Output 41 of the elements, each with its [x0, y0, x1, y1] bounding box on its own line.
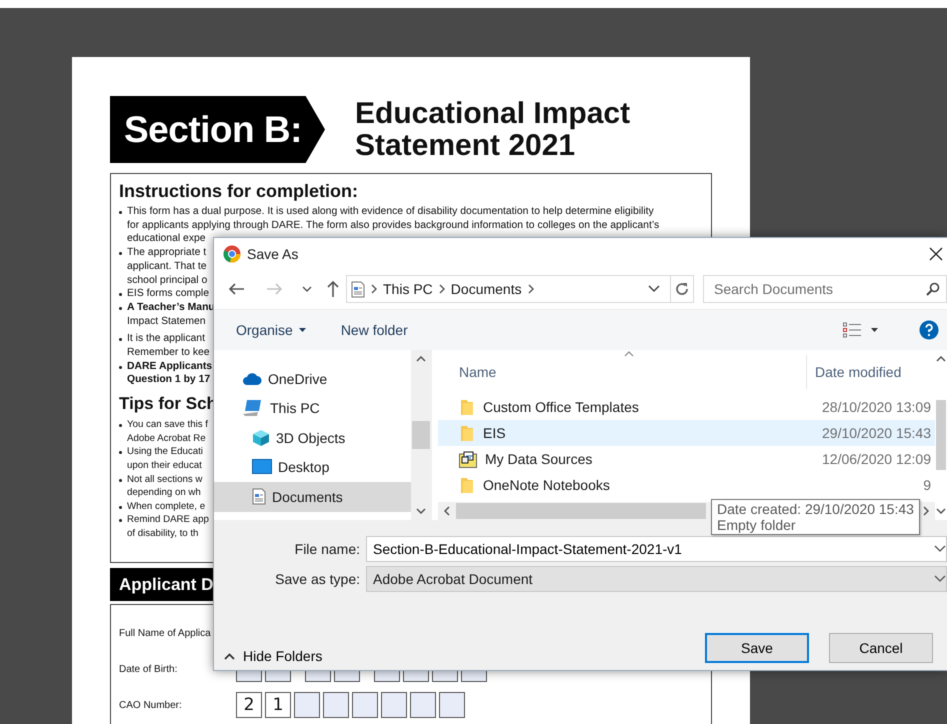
- instruction-text: Using the Educati: [127, 445, 203, 459]
- instruction-text: school principal o: [127, 274, 208, 288]
- section-banner: Section B:: [110, 96, 325, 163]
- instruction-text: Impact Statemen: [127, 314, 206, 328]
- dialog-title: Save As: [247, 246, 300, 262]
- tooltip-text: Empty folder: [717, 517, 797, 533]
- file-date: 28/10/2020 13:09: [821, 399, 932, 415]
- file-name: EIS: [483, 425, 507, 441]
- field-label: CAO Number:: [119, 700, 183, 710]
- file-date: 9: [922, 477, 932, 493]
- instruction-text: depending on wh: [127, 486, 201, 500]
- instruction-text: When complete, e: [127, 500, 206, 514]
- file-name: Custom Office Templates: [483, 399, 640, 415]
- file-date: 29/10/2020 15:43: [821, 425, 932, 441]
- instruction-text: Remind DARE app: [127, 513, 209, 527]
- instruction-text: This form has a dual purpose. It is used along with evidence of disability documentation to help determine eligibility: [127, 205, 654, 219]
- instruction-text: The appropriate t: [127, 246, 206, 260]
- field-label: Save as type:: [274, 571, 361, 587]
- field-label: Full Name of Applica: [119, 628, 212, 638]
- document-title: Educational Impact: [355, 98, 630, 130]
- instruction-text: EIS forms comple: [127, 287, 209, 301]
- file-name: OneNote Notebooks: [483, 477, 611, 493]
- instruction-text: Adobe Acrobat Re: [127, 432, 206, 446]
- instruction-text: for applicants applying through DARE. The form also provides background information to colleges on the applicant’s: [127, 218, 660, 232]
- document-title: Statement 2021: [355, 130, 576, 162]
- tooltip-text: Date created: 29/10/2020 15:43: [717, 501, 914, 517]
- file-name: My Data Sources: [485, 451, 594, 467]
- instruction-text: applicant. That te: [127, 260, 207, 274]
- section-heading: Instructions for completion:: [119, 180, 358, 202]
- field-label: Date of Birth:: [119, 664, 178, 674]
- instruction-text: You can save this f: [127, 418, 208, 432]
- file-date: 12/06/2020 12:09: [821, 451, 932, 467]
- field-label: File name:: [294, 541, 361, 557]
- instruction-text: upon their educat: [127, 458, 202, 473]
- instruction-text: of disability, to th: [127, 526, 198, 540]
- instruction-text: Question 1 by 17: [127, 373, 210, 388]
- instruction-text: Not all sections w: [127, 472, 202, 486]
- instruction-text: DARE Applicants: [127, 360, 212, 374]
- instruction-text: educational expe: [127, 232, 206, 246]
- instruction-text: It is the applicant: [127, 332, 205, 346]
- instruction-text: Remember to kee: [127, 346, 210, 360]
